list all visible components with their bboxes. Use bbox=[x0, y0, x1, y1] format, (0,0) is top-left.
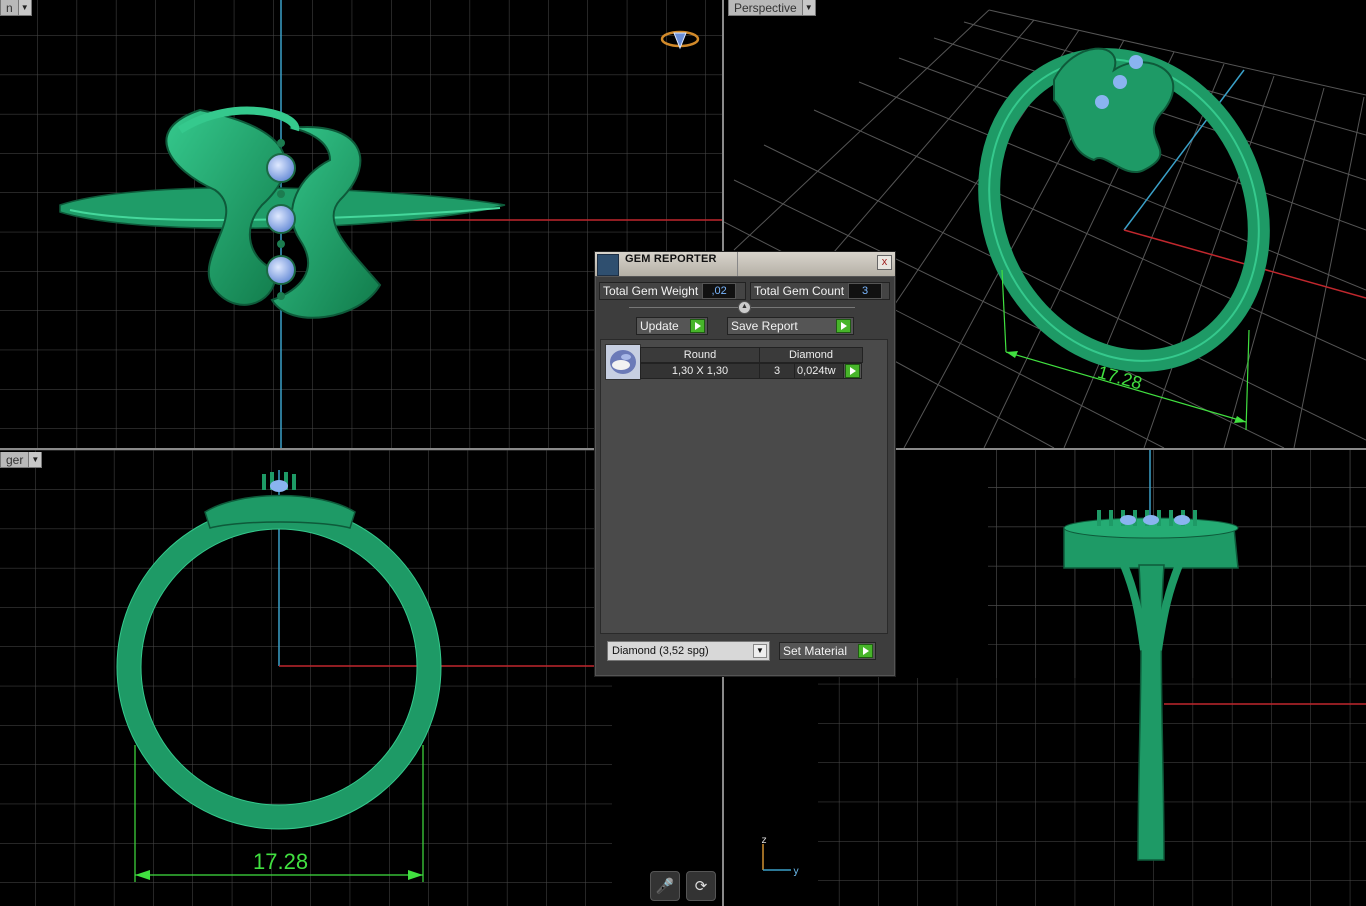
update-button[interactable]: Update bbox=[636, 317, 708, 335]
gem-size: 1,30 X 1,30 bbox=[640, 363, 760, 379]
save-report-button[interactable]: Save Report bbox=[727, 317, 854, 335]
gem-weight: 0,024tw bbox=[794, 363, 846, 379]
chevron-down-icon[interactable]: ▼ bbox=[802, 0, 816, 16]
gem-2[interactable] bbox=[266, 204, 296, 234]
viewport-perspective-tab[interactable]: Perspective ▼ bbox=[728, 0, 816, 16]
save-report-button-label: Save Report bbox=[731, 319, 798, 333]
gem-reporter-window[interactable]: GEM REPORTER x Total Gem Weight ,02 Tota… bbox=[594, 251, 896, 677]
total-gem-weight-label: Total Gem Weight bbox=[603, 284, 699, 298]
total-gem-weight-field: Total Gem Weight ,02 bbox=[599, 282, 746, 300]
gem-reporter-titlebar[interactable]: GEM REPORTER x bbox=[595, 252, 895, 277]
set-material-button[interactable]: Set Material bbox=[779, 642, 876, 660]
microphone-icon: 🎤 bbox=[655, 877, 675, 895]
gem-count: 3 bbox=[759, 363, 795, 379]
total-gem-count-field: Total Gem Count 3 bbox=[750, 282, 890, 300]
gem-list-item[interactable]: Round Diamond 1,30 X 1,30 3 0,024tw bbox=[605, 344, 863, 380]
viewport-top-tab[interactable]: n ▼ bbox=[0, 0, 32, 16]
play-arrow-icon bbox=[845, 364, 860, 378]
gem-reporter-logo-icon bbox=[597, 254, 619, 276]
chevron-down-icon[interactable]: ▼ bbox=[753, 644, 767, 658]
gem-reporter-title: GEM REPORTER bbox=[625, 253, 717, 265]
set-material-button-label: Set Material bbox=[783, 644, 848, 658]
close-button[interactable]: x bbox=[877, 255, 892, 270]
gem-material: Diamond bbox=[759, 347, 863, 363]
total-gem-count-label: Total Gem Count bbox=[754, 284, 845, 298]
axis-y-label: y bbox=[793, 866, 799, 877]
gem-1[interactable] bbox=[266, 153, 296, 183]
viewport-top-label[interactable]: n bbox=[0, 0, 19, 16]
total-gem-count-value: 3 bbox=[848, 283, 883, 299]
chevron-down-icon[interactable]: ▼ bbox=[18, 0, 32, 16]
viewport-front-tab[interactable]: ger ▼ bbox=[0, 452, 43, 468]
material-select-value: Diamond (3,52 spg) bbox=[612, 645, 709, 657]
gem-shape: Round bbox=[640, 347, 760, 363]
collapse-handle-icon[interactable]: ▲ bbox=[738, 301, 751, 314]
total-gem-weight-value: ,02 bbox=[702, 283, 737, 299]
round-gem-icon bbox=[605, 344, 641, 380]
viewport-perspective-label[interactable]: Perspective bbox=[728, 0, 803, 16]
play-arrow-icon bbox=[690, 319, 705, 333]
chevron-down-icon[interactable]: ▼ bbox=[29, 452, 43, 468]
gem-3[interactable] bbox=[266, 255, 296, 285]
axis-indicator: z y bbox=[757, 834, 807, 878]
refresh-icon: ⟳ bbox=[694, 877, 708, 895]
axis-z-label: z bbox=[761, 835, 767, 846]
gem-row-go-button[interactable] bbox=[843, 363, 862, 379]
microphone-button[interactable]: 🎤 bbox=[650, 871, 680, 901]
update-button-label: Update bbox=[640, 319, 679, 333]
gem-list[interactable]: Round Diamond 1,30 X 1,30 3 0,024tw bbox=[600, 339, 888, 634]
material-select[interactable]: Diamond (3,52 spg) ▼ bbox=[607, 641, 770, 661]
play-arrow-icon bbox=[858, 644, 873, 658]
play-arrow-icon bbox=[836, 319, 851, 333]
viewport-front-label[interactable]: ger bbox=[0, 452, 30, 468]
refresh-button[interactable]: ⟳ bbox=[686, 871, 716, 901]
dimension-label-front: 17.28 bbox=[253, 849, 308, 874]
